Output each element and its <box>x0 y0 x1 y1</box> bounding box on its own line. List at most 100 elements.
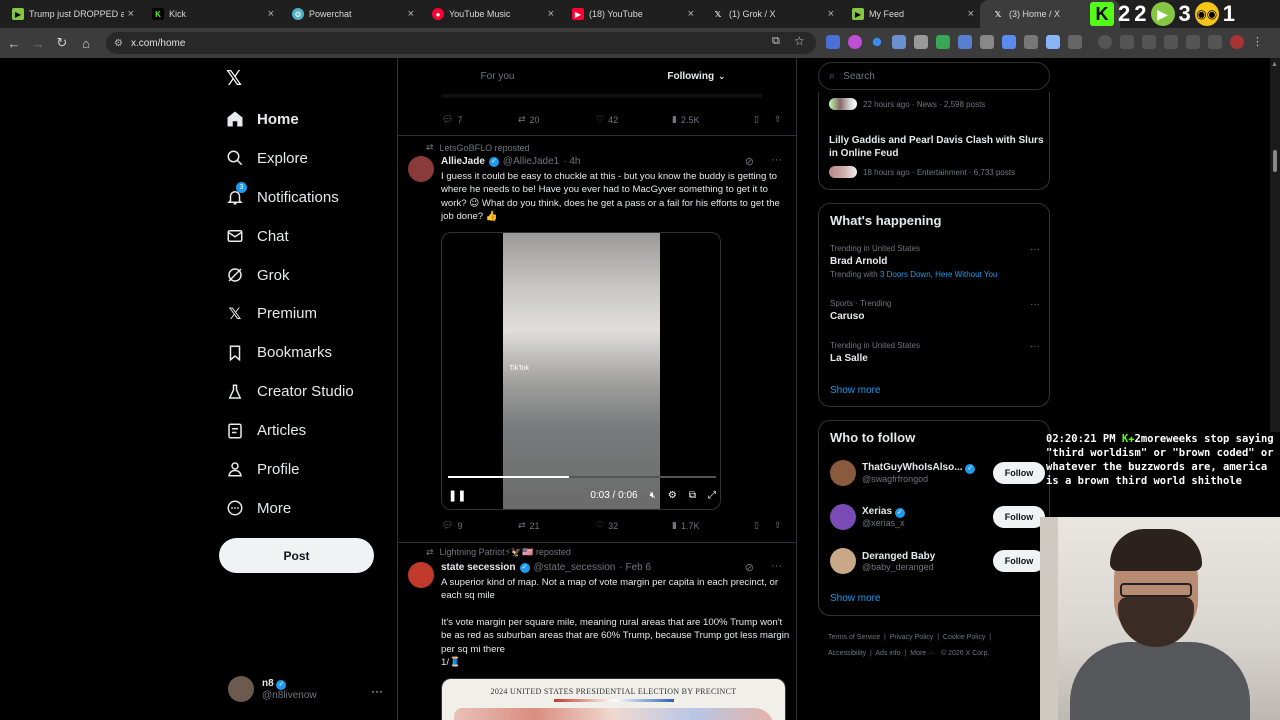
sidebar-icon[interactable] <box>1164 35 1178 49</box>
show-more-link[interactable]: Show more <box>830 385 881 396</box>
close-tab-icon[interactable]: × <box>128 8 134 20</box>
author-name[interactable]: AllieJade <box>441 156 485 167</box>
footer-link[interactable]: Ads info <box>875 650 900 657</box>
show-more-link[interactable]: Show more <box>830 593 881 604</box>
tab-for-you[interactable]: For you <box>398 58 597 94</box>
close-tab-icon[interactable]: × <box>828 8 834 20</box>
grok-icon[interactable]: ⊘ <box>745 561 754 574</box>
scrollbar[interactable] <box>1270 58 1280 432</box>
bookmark-star-icon[interactable]: ☆ <box>794 34 805 48</box>
footer-link[interactable]: More ··· <box>910 650 935 657</box>
share-icon[interactable]: ⇪ <box>774 520 782 531</box>
bookmark-icon[interactable]: ▯ <box>754 520 774 531</box>
puzzle-icon[interactable] <box>1068 35 1082 49</box>
close-tab-icon[interactable]: × <box>548 8 554 20</box>
sidebar-item-chat[interactable]: Chat <box>226 217 354 256</box>
tab-following[interactable]: Following ⌄ <box>597 58 796 94</box>
reply-button[interactable]: 💬︎ 9 <box>442 520 518 531</box>
follow-suggestion[interactable]: Deranged Baby @baby_deranged Follow <box>830 543 1045 579</box>
sidebar-item-more[interactable]: More <box>226 489 354 528</box>
like-button[interactable]: ♡ 32 <box>596 520 672 531</box>
post-time[interactable]: · 4h <box>563 156 580 167</box>
trend-item[interactable]: Trending in United States La Salle ··· <box>830 341 1040 364</box>
more-icon[interactable]: ··· <box>1030 341 1040 352</box>
extension-icon[interactable] <box>1002 35 1016 49</box>
sidebar-item-profile[interactable]: Profile <box>226 450 354 489</box>
profile-avatar[interactable] <box>1230 35 1244 49</box>
footer-link[interactable]: Privacy Policy <box>890 634 934 641</box>
sidebar-item-articles[interactable]: Articles <box>226 411 354 450</box>
extension-icon[interactable] <box>958 35 972 49</box>
close-tab-icon[interactable]: × <box>688 8 694 20</box>
close-tab-icon[interactable]: × <box>968 8 974 20</box>
code-icon[interactable] <box>1142 35 1156 49</box>
sidebar-item-bookmarks[interactable]: Bookmarks <box>226 333 354 372</box>
settings-icon[interactable]: ⚙ <box>668 490 677 501</box>
video-progress-bar[interactable] <box>448 476 716 478</box>
more-icon[interactable]: ··· <box>371 684 383 698</box>
scrollbar-thumb[interactable] <box>1273 150 1277 172</box>
footer-link[interactable]: Accessibility <box>828 650 866 657</box>
news-item[interactable]: 22 hours ago · News · 2,598 posts <box>829 98 985 110</box>
follow-button[interactable]: Follow <box>993 506 1045 528</box>
author-name[interactable]: state secession <box>441 562 516 573</box>
search-input[interactable]: ⌕ Search <box>818 62 1050 90</box>
sidebar-item-explore[interactable]: Explore <box>226 139 354 178</box>
url-field[interactable]: ⚙ x.com/home <box>106 32 816 54</box>
fullscreen-icon[interactable]: ⤢ <box>708 490 716 501</box>
sidebar-item-notifications[interactable]: 3 Notifications <box>226 178 354 217</box>
post-button[interactable]: Post <box>219 538 374 573</box>
extension-icon[interactable] <box>848 35 862 49</box>
avatar[interactable] <box>408 562 434 588</box>
post-time[interactable]: · Feb 6 <box>619 562 651 573</box>
site-info-icon[interactable]: ⚙ <box>114 38 123 49</box>
follow-button[interactable]: Follow <box>993 550 1045 572</box>
scroll-up-icon[interactable]: ▲ <box>1271 61 1278 68</box>
follow-button[interactable]: Follow <box>993 462 1045 484</box>
browser-tab[interactable]: ⚙ Powerchat × <box>280 0 420 28</box>
footer-link[interactable]: Cookie Policy <box>943 634 985 641</box>
like-button[interactable]: ♡ 42 <box>596 114 672 125</box>
repost-button[interactable]: ⇄ 21 <box>518 520 596 531</box>
repost-button[interactable]: ⇄ 20 <box>518 114 596 125</box>
extension-icon[interactable] <box>872 37 882 47</box>
more-icon[interactable]: ··· <box>771 560 782 572</box>
browser-tab[interactable]: ▶ (18) YouTube × <box>560 0 700 28</box>
browser-tab[interactable]: 𝕏 (1) Grok / X × <box>700 0 840 28</box>
extension-icon[interactable] <box>914 35 928 49</box>
x-logo-icon[interactable]: 𝕏 <box>226 66 242 91</box>
browser-tab[interactable]: ▶ My Feed × <box>840 0 980 28</box>
trend-item[interactable]: Trending in United States Brad Arnold Tr… <box>830 244 1040 279</box>
trend-link[interactable]: 3 Doors Down, Here Without You <box>880 270 997 279</box>
extension-icon[interactable] <box>980 35 994 49</box>
close-tab-icon[interactable]: × <box>268 8 274 20</box>
install-app-icon[interactable]: ⧉ <box>772 35 780 48</box>
bookmark-icon[interactable]: ▯ <box>754 114 774 125</box>
reading-icon[interactable] <box>1186 35 1200 49</box>
sidebar-item-premium[interactable]: 𝕏 Premium <box>226 294 354 333</box>
news-item[interactable]: Lilly Gaddis and Pearl Davis Clash with … <box>829 134 1044 178</box>
devtools-icon[interactable] <box>1120 35 1134 49</box>
back-icon[interactable]: ← <box>2 36 26 51</box>
sidebar-item-creator-studio[interactable]: Creator Studio <box>226 372 354 411</box>
more-icon[interactable]: ··· <box>1030 244 1040 255</box>
reload-icon[interactable]: ↻ <box>50 35 74 51</box>
home-icon[interactable]: ⌂ <box>74 36 98 51</box>
mute-icon[interactable]: 🔇︎ <box>650 490 656 501</box>
follow-suggestion[interactable]: Xerias ✓ @xerias_x Follow <box>830 499 1045 535</box>
browser-tab[interactable]: ● YouTube Music × <box>420 0 560 28</box>
download-icon[interactable] <box>1208 35 1222 49</box>
more-icon[interactable]: ··· <box>1030 299 1040 310</box>
footer-link[interactable]: Terms of Service <box>828 634 880 641</box>
sidebar-item-grok[interactable]: Grok <box>226 256 354 295</box>
sidebar-item-home[interactable]: Home <box>226 100 354 139</box>
pip-icon[interactable]: ⧉ <box>689 490 696 501</box>
pause-icon[interactable]: ❚❚ <box>448 489 466 502</box>
browser-tab[interactable]: ▶ Trump just DROPPED a × <box>0 0 140 28</box>
video-player[interactable]: TikTok ❚❚ 0:03 / 0:06 🔇︎ ⚙ ⧉ ⤢ <box>441 232 721 510</box>
author-handle[interactable]: @AllieJade1 <box>503 156 559 167</box>
author-handle[interactable]: @state_secession <box>534 562 616 573</box>
browser-tab[interactable]: K Kick × <box>140 0 280 28</box>
extension-icon[interactable] <box>1024 35 1038 49</box>
share-icon[interactable]: ⇪ <box>774 114 782 125</box>
